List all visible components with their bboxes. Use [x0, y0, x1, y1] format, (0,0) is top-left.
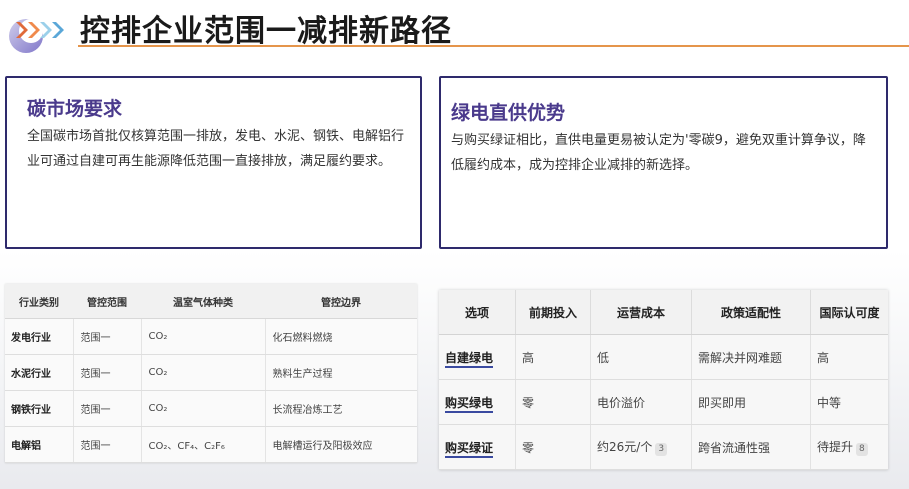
table-header-row: 选项 前期投入 运营成本 政策适配性 国际认可度: [439, 290, 888, 335]
table-cell: 水泥行业: [5, 354, 74, 391]
table-cell: 发电行业: [5, 318, 74, 355]
chevron-arrows-logo-icon: [9, 19, 64, 53]
table-cell: 电解槽运行及阳极效应: [265, 426, 417, 463]
table-row: 电解铝 范围一 CO₂、CF₄、C₂F₆ 电解槽运行及阳极效应: [5, 426, 417, 463]
table-cell: 中等: [810, 379, 888, 425]
row-label: 购买绿电: [439, 379, 516, 425]
row-label: 自建绿电: [439, 334, 516, 380]
table-row: 购买绿电 零 电价溢价 即买即用 中等: [439, 379, 888, 425]
table-cell: 钢铁行业: [5, 390, 74, 427]
industry-table: 行业类别 管控范围 温室气体种类 管控边界 发电行业 范围一 CO₂ 化石燃料燃…: [5, 284, 417, 463]
title-underline: [78, 45, 909, 47]
reference-badge: 3: [655, 443, 668, 456]
carbon-market-card: 碳市场要求 全国碳市场首批仅核算范围一排放，发电、水泥、钢铁、电解铝行业可通过自…: [5, 76, 422, 249]
table-cell: CO₂: [141, 318, 266, 355]
table-cell: 电解铝: [5, 426, 74, 463]
table-cell: CO₂: [141, 390, 266, 427]
table-cell: 跨省流通性强: [691, 424, 811, 470]
table-header-row: 行业类别 管控范围 温室气体种类 管控边界: [5, 284, 417, 319]
card-heading: 绿电直供优势: [451, 102, 566, 124]
row-label: 购买绿证: [439, 424, 516, 470]
table-cell: 长流程冶炼工艺: [265, 390, 417, 427]
table-cell: CO₂、CF₄、C₂F₆: [141, 426, 266, 463]
column-header: 管控边界: [265, 284, 417, 319]
table-cell: 低: [590, 334, 692, 380]
table-cell: 范围一: [73, 426, 142, 463]
card-body: 与购买绿证相比，直供电量更易被认定为'零碳9，避免双重计算争议，降低履约成本，成…: [451, 133, 866, 173]
column-header: 行业类别: [5, 284, 73, 319]
table-row: 购买绿证 零 约26元/个 3 跨省流通性强 待提升 8: [439, 424, 888, 470]
column-header: 运营成本: [590, 290, 692, 335]
page-title: 控排企业范围一减排新路径: [80, 14, 452, 49]
table-cell: 范围一: [73, 318, 142, 355]
green-power-card: 绿电直供优势 与购买绿证相比，直供电量更易被认定为'零碳9，避免双重计算争议，降…: [439, 76, 888, 249]
table-row: 自建绿电 高 低 需解决并网难题 高: [439, 334, 888, 380]
table-cell: 范围一: [73, 354, 142, 391]
table-row: 钢铁行业 范围一 CO₂ 长流程冶炼工艺: [5, 390, 417, 427]
table-cell: 零: [515, 379, 591, 425]
table-cell: 熟料生产过程: [265, 354, 417, 391]
column-header: 前期投入: [515, 290, 591, 335]
table-cell: 化石燃料燃烧: [265, 318, 417, 355]
table-cell: CO₂: [141, 354, 266, 391]
reference-badge: 8: [856, 443, 868, 456]
table-cell: 高: [810, 334, 888, 380]
card-heading: 碳市场要求: [27, 98, 123, 120]
column-header: 选项: [439, 290, 516, 335]
table-cell: 约26元/个 3: [590, 424, 692, 470]
table-row: 发电行业 范围一 CO₂ 化石燃料燃烧: [5, 318, 417, 355]
option-comparison-table: 选项 前期投入 运营成本 政策适配性 国际认可度 自建绿电 高 低 需解决并网难…: [439, 290, 888, 470]
card-body: 全国碳市场首批仅核算范围一排放，发电、水泥、钢铁、电解铝行业可通过自建可再生能源…: [27, 129, 405, 169]
table-cell: 电价溢价: [590, 379, 692, 425]
table-cell: 需解决并网难题: [691, 334, 811, 380]
column-header: 国际认可度: [810, 290, 888, 335]
column-header: 温室气体种类: [141, 284, 265, 319]
table-cell: 范围一: [73, 390, 142, 427]
table-cell: 即买即用: [691, 379, 811, 425]
table-cell: 待提升 8: [810, 424, 888, 470]
column-header: 管控范围: [73, 284, 141, 319]
table-row: 水泥行业 范围一 CO₂ 熟料生产过程: [5, 354, 417, 391]
table-cell: 高: [515, 334, 591, 380]
column-header: 政策适配性: [691, 290, 811, 335]
table-cell: 零: [515, 424, 591, 470]
